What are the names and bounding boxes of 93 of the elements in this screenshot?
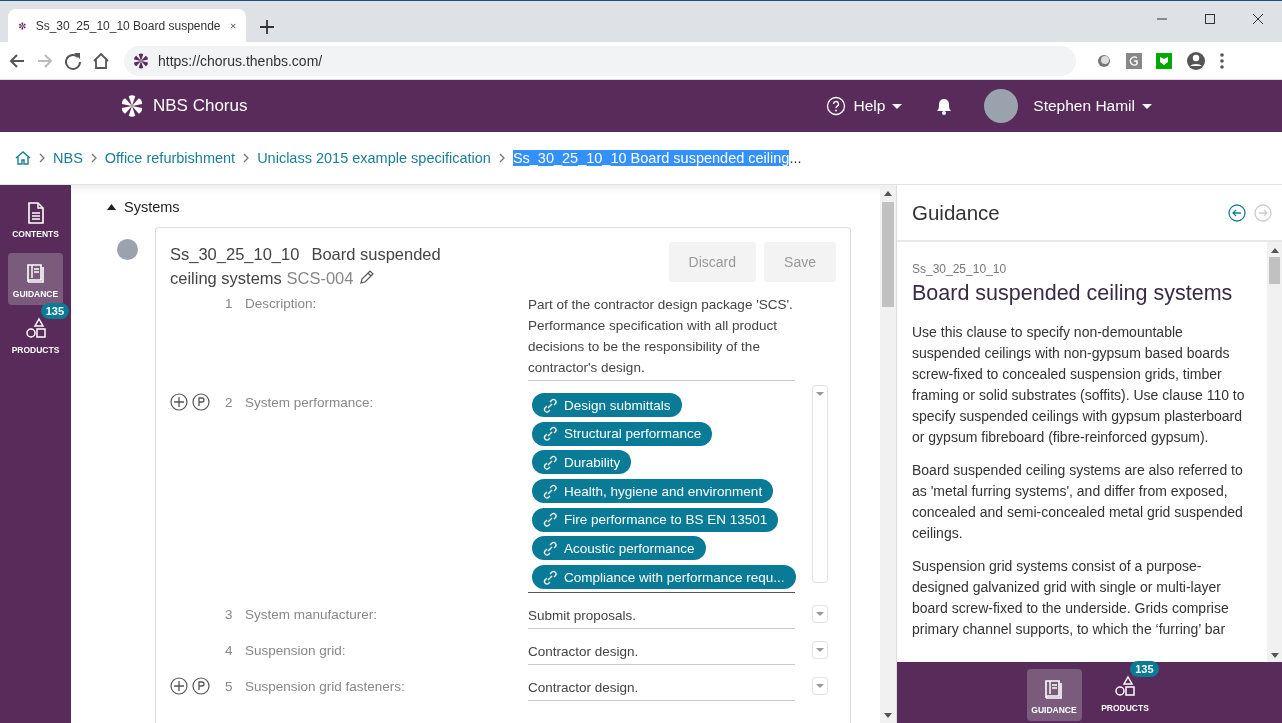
link-chip[interactable]: Compliance with performance requ... [532, 565, 796, 590]
browser-tab[interactable]: Ss_30_25_10_10 Board suspende [8, 9, 246, 42]
clause-number: 1 [225, 295, 234, 313]
link-chip[interactable]: Health, hygiene and environment [532, 479, 774, 504]
avatar-placeholder [984, 89, 1019, 123]
property-value[interactable]: Submit proposals. [528, 605, 795, 630]
property-label: Description: [245, 295, 318, 313]
guidance-heading: Board suspended ceiling systems [912, 281, 1234, 306]
scroll-down-icon[interactable] [1270, 653, 1279, 658]
breadcrumb-link[interactable]: NBS [53, 150, 83, 166]
property-label: System performance: [245, 394, 375, 412]
favicon-icon [132, 51, 150, 70]
chevron-icon [39, 153, 45, 163]
help-icon [826, 96, 847, 116]
dropdown-button[interactable] [812, 605, 828, 624]
property-value[interactable]: Part of the contractor design package 'SCS'. Performance specification with all product decisions to be the responsibility of the contractor's design. [528, 294, 795, 381]
menu-icon[interactable] [1220, 52, 1224, 69]
app-name: NBS Chorus [153, 96, 248, 116]
caret-icon [816, 392, 824, 396]
chevron-icon [498, 153, 505, 163]
user-menu[interactable]: Stephen Hamil [954, 89, 1152, 123]
clause-number: 4 [225, 642, 234, 661]
clause-number: 3 [225, 606, 234, 625]
link-chip[interactable]: Acoustic performance [532, 536, 706, 561]
property-label: Suspension grid fasteners: [245, 678, 406, 697]
scroll-up-icon[interactable] [884, 191, 892, 196]
property-value[interactable]: Contractor design. [528, 641, 795, 666]
add-icon[interactable] [170, 393, 188, 411]
clause-number: 2 [225, 394, 234, 412]
property-label: System manufacturer: [245, 606, 379, 625]
sidebar-item[interactable]: CONTENTS [8, 193, 63, 245]
breadcrumb-link[interactable]: Uniclass 2015 example specification [257, 150, 491, 166]
caret-icon [816, 612, 824, 617]
link-icon [542, 512, 557, 528]
link-icon [542, 483, 557, 499]
extension-icon[interactable] [1126, 52, 1142, 69]
property-label: Suspension grid: [245, 642, 347, 661]
flower-logo-icon [119, 93, 145, 119]
link-chip[interactable]: Fire performance to BS EN 13501 [532, 507, 779, 532]
add-icon[interactable] [170, 677, 188, 696]
panel-title: Guidance [912, 200, 1000, 225]
collapse-caret-icon[interactable] [107, 204, 116, 210]
link-chip[interactable]: Durability [532, 450, 632, 475]
product-p-icon[interactable] [192, 393, 210, 411]
home-icon[interactable] [92, 51, 110, 70]
shapes-icon [23, 317, 48, 341]
scroll-down-icon[interactable] [884, 713, 892, 718]
clause-code: Ss_30_25_10_10 [912, 262, 1008, 276]
new-tab-icon[interactable] [260, 20, 274, 34]
scrollbar-thumb[interactable] [882, 202, 894, 307]
address-bar[interactable]: https://chorus.thenbs.com/ [124, 45, 1076, 76]
product-p-icon[interactable] [192, 677, 210, 696]
link-icon [542, 540, 557, 556]
reload-icon[interactable] [64, 51, 82, 70]
property-value[interactable]: Contractor design. [528, 677, 795, 702]
count-badge: 135 [1130, 660, 1159, 677]
account-icon[interactable] [1186, 50, 1206, 71]
link-chip[interactable]: Structural performance [532, 421, 713, 446]
back-icon[interactable] [8, 51, 26, 70]
avatar-placeholder [117, 239, 138, 260]
caret-icon [816, 684, 824, 689]
dropdown-button[interactable] [812, 677, 828, 696]
link-icon [542, 454, 557, 470]
shapes-icon [1113, 674, 1137, 699]
sidebar-item[interactable]: PRODUCTS [8, 316, 63, 361]
help-menu[interactable]: Help [826, 96, 903, 116]
link-icon [542, 426, 557, 442]
shield-icon[interactable] [1156, 52, 1172, 69]
sidebar-item[interactable]: GUIDANCE [8, 253, 63, 305]
chevron-icon [90, 153, 97, 163]
link-icon [542, 569, 557, 585]
back-icon[interactable] [1228, 203, 1246, 222]
link-icon [542, 397, 557, 413]
clause-number: 5 [225, 678, 234, 697]
section-title: Systems [124, 199, 180, 215]
guidance-paragraph: Use this clause to specify non-demountable suspended ceilings with non-gypsum based boards screw-fixed to concealed suspension grids, timber framing or solid substrates (soffits). Use clause 110 to specify suspended ceilings with gypsum plasterboard or gypsum fibreboard (fibre-reinforced gypsum). [912, 323, 1246, 447]
guidance-paragraph: Board suspended ceiling systems are also referred to as 'metal furring systems', and differ from exposed, concealed and semi-concealed metal grid suspended ceilings. [912, 461, 1244, 543]
scrollbar-thumb[interactable] [1269, 257, 1280, 284]
sidebar-item[interactable]: GUIDANCE [1026, 668, 1082, 721]
count-badge: 135 [40, 303, 69, 319]
dropdown-button[interactable] [812, 641, 828, 660]
extension-icon[interactable] [1096, 52, 1112, 69]
clause-title: Ss_30_25_10_10 Board suspended ceiling systems SCS-004 [170, 244, 442, 289]
pencil-icon[interactable] [358, 270, 374, 286]
caret-icon [892, 103, 903, 109]
caret-icon [816, 648, 824, 653]
chevron-icon [243, 153, 250, 163]
link-chip[interactable]: Design submittals [532, 393, 682, 417]
caret-icon [1142, 103, 1152, 109]
home-icon[interactable] [15, 150, 31, 166]
guidance-paragraph: Suspension grid systems consist of a purpose-designed galvanized grid with single or multi-layer board screw-fixed to the underside. Grids comprise primary channel supports, to which the ‘furring’ bar [912, 557, 1230, 639]
scroll-up-icon[interactable] [1270, 248, 1279, 253]
breadcrumb-link[interactable]: Office refurbishment [104, 150, 236, 166]
